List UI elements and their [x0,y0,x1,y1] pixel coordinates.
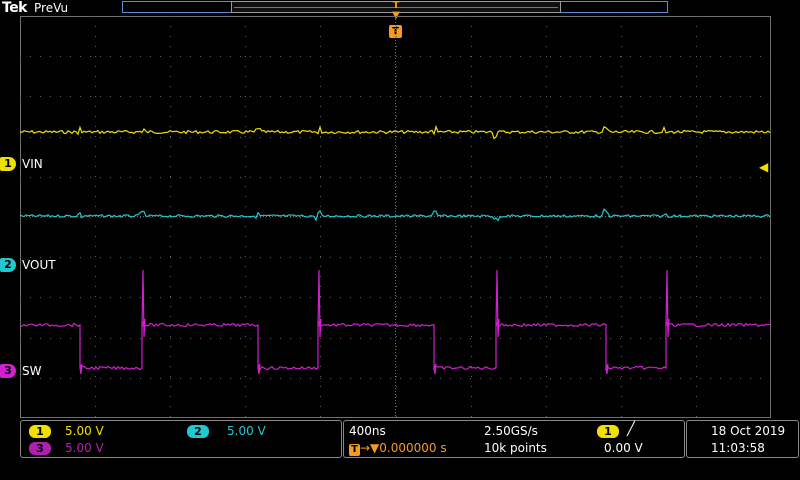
ch2-scale[interactable]: 5.00 V [227,424,266,438]
ch3-reference-badge: 3 [0,364,16,378]
trigger-source-badge[interactable]: 1 [597,425,619,438]
sample-rate: 2.50GS/s [484,424,538,438]
ch2-reference-badge: 2 [0,258,16,272]
trigger-level[interactable]: 0.00 V [604,441,643,455]
horizontal-trigger-panel[interactable]: 400ns 2.50GS/s 1 ╱ T →▼0.000000 s 10k poi… [343,420,685,458]
trigger-position-icon: T [349,444,360,456]
acquisition-mode: PreVu [34,1,69,15]
top-status-bar: Tek PreVu T ▼ [0,0,800,21]
arrow-icon: →▼ [360,441,380,455]
horizontal-position: 0.000000 s [379,441,447,455]
graticule [20,16,771,418]
channel-scale-panel[interactable]: 1 5.00 V 2 5.00 V 3 5.00 V [20,420,342,458]
trigger-level-icon[interactable]: ◀ [759,160,768,174]
ch3-badge[interactable]: 3 [29,442,51,455]
time: 11:03:58 [711,441,765,455]
brand-logo: Tek [2,0,28,16]
date: 18 Oct 2019 [711,424,786,438]
rising-edge-icon[interactable]: ╱ [627,422,635,437]
record-length[interactable]: 10k points [484,441,547,455]
ch1-label: VIN [22,157,43,171]
trigger-position-readout[interactable]: T →▼0.000000 s [349,441,447,456]
ch1-badge[interactable]: 1 [29,425,51,438]
ch2-label: VOUT [22,258,56,272]
ch2-badge[interactable]: 2 [187,425,209,438]
datetime-panel: 18 Oct 2019 11:03:58 [686,420,799,458]
ch1-scale[interactable]: 5.00 V [65,424,104,438]
ch3-scale[interactable]: 5.00 V [65,441,104,455]
trigger-position-top-label: T [392,0,400,11]
ch1-reference-badge: 1 [0,157,16,171]
ch3-label: SW [22,364,42,378]
horizontal-scale[interactable]: 400ns [349,424,386,438]
